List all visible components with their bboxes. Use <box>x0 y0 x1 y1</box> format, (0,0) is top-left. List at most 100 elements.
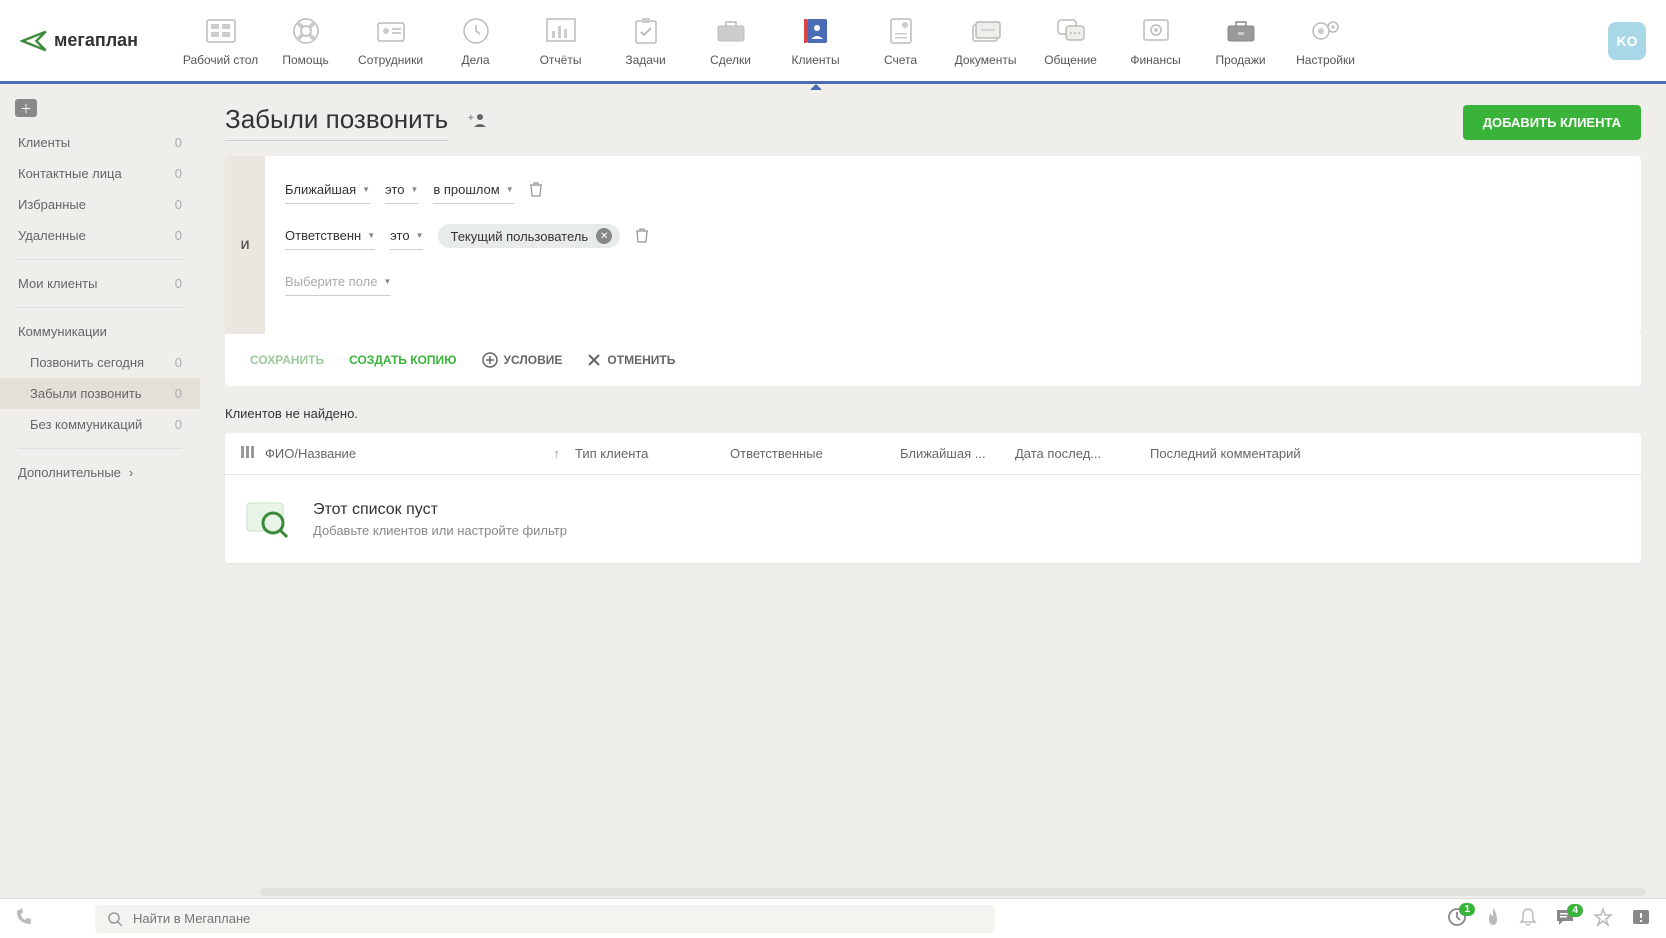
sidebar-item-clients[interactable]: Клиенты0 <box>0 127 200 158</box>
nav-label: Сотрудники <box>358 53 423 67</box>
filter-condition-button[interactable]: УСЛОВИЕ <box>482 352 563 368</box>
caret-icon: ▼ <box>384 277 392 286</box>
th-responsible[interactable]: Ответственные <box>730 446 900 461</box>
sidebar-item-deleted[interactable]: Удаленные0 <box>0 220 200 251</box>
th-last-date[interactable]: Дата послед... <box>1015 446 1150 461</box>
logo-text: мегаплан <box>54 30 138 51</box>
tag-text: Текущий пользователь <box>450 229 588 244</box>
messages-icon[interactable]: 4 <box>1555 908 1575 929</box>
global-search[interactable] <box>95 905 995 933</box>
filter-op-select[interactable]: это▼ <box>385 176 418 204</box>
sidebar-expand[interactable]: Дополнительные› <box>0 457 200 488</box>
nav-help[interactable]: Помощь <box>263 5 348 77</box>
sidebar-add-button[interactable]: ＋ <box>15 99 37 117</box>
sidebar-label: Избранные <box>18 197 86 212</box>
caret-icon: ▼ <box>416 231 424 240</box>
nav-label: Настройки <box>1296 53 1355 67</box>
sidebar-label: Забыли позвонить <box>30 386 142 401</box>
divider <box>18 307 182 308</box>
filter-value-select[interactable]: в прошлом▼ <box>433 176 513 204</box>
select-placeholder: Выберите поле <box>285 274 378 289</box>
close-icon <box>587 353 601 367</box>
nav-documents[interactable]: Документы <box>943 5 1028 77</box>
nav-label: Продажи <box>1215 53 1265 67</box>
nav-label: Документы <box>955 53 1017 67</box>
nav-invoices[interactable]: Счета <box>858 5 943 77</box>
bell-icon[interactable] <box>1519 907 1537 930</box>
nav-tasks[interactable]: Задачи <box>603 5 688 77</box>
sidebar-label: Удаленные <box>18 228 86 243</box>
help-icon <box>290 15 322 47</box>
th-name[interactable]: ФИО/Название↑ <box>265 446 575 461</box>
nav-label: Отчёты <box>540 53 582 67</box>
main-content: Забыли позвонить + ДОБАВИТЬ КЛИЕНТА И Бл… <box>200 84 1666 898</box>
page-title: Забыли позвонить <box>225 104 448 141</box>
th-last-comment[interactable]: Последний комментарий <box>1150 446 1626 461</box>
th-nearest[interactable]: Ближайшая ... <box>900 446 1015 461</box>
badge: 4 <box>1567 904 1583 917</box>
bottombar: 1 4 <box>0 898 1666 938</box>
scrollbar[interactable] <box>260 888 1646 896</box>
phone-icon[interactable] <box>15 908 75 929</box>
select-value: Ближайшая <box>285 182 356 197</box>
th-label: ФИО/Название <box>265 446 356 461</box>
filter-op-select[interactable]: это ▼ <box>390 222 423 250</box>
sidebar-label: Коммуникации <box>18 324 107 339</box>
trash-icon[interactable] <box>635 227 649 246</box>
filter-row-2: Ответственн▼ это ▼ Текущий пользователь ✕ <box>285 222 1621 250</box>
alert-icon[interactable] <box>1631 908 1651 929</box>
filter-field-select[interactable]: Ближайшая ▼ <box>285 176 370 204</box>
select-value: Ответственн <box>285 228 361 243</box>
nav-communication[interactable]: Общение <box>1028 5 1113 77</box>
filter-panel: И Ближайшая▼ это▼ в прошлом▼ Ответственн… <box>225 156 1641 334</box>
column-settings-icon[interactable] <box>240 445 265 462</box>
fire-icon[interactable] <box>1485 907 1501 930</box>
th-type[interactable]: Тип клиента <box>575 446 730 461</box>
filter-copy-button[interactable]: СОЗДАТЬ КОПИЮ <box>349 353 456 367</box>
sidebar-item-no-comm[interactable]: Без коммуникаций0 <box>0 409 200 440</box>
divider <box>18 448 182 449</box>
select-value: это <box>385 182 404 197</box>
nav-sales[interactable]: Продажи <box>1198 5 1283 77</box>
svg-text:+: + <box>468 113 474 124</box>
empty-state: Этот список пуст Добавьте клиентов или н… <box>225 475 1641 563</box>
documents-icon <box>970 15 1002 47</box>
search-input[interactable] <box>133 911 983 926</box>
add-people-icon[interactable]: + <box>468 112 488 133</box>
nav-clients[interactable]: Клиенты <box>773 5 858 77</box>
tag-remove-icon[interactable]: ✕ <box>596 228 612 244</box>
filter-field-select[interactable]: Ответственн▼ <box>285 222 375 250</box>
briefcase-icon <box>715 15 747 47</box>
nav-deals[interactable]: Сделки <box>688 5 773 77</box>
nav-finance[interactable]: Финансы <box>1113 5 1198 77</box>
nav-deals-todo[interactable]: Дела <box>433 5 518 77</box>
gear-icon <box>1310 15 1342 47</box>
nav-employees[interactable]: Сотрудники <box>348 5 433 77</box>
sidebar-item-forgot-call[interactable]: Забыли позвонить0 <box>0 378 200 409</box>
trash-icon[interactable] <box>529 181 543 200</box>
sidebar-count: 0 <box>175 355 182 370</box>
sidebar-item-myclients[interactable]: Мои клиенты0 <box>0 268 200 299</box>
avatar[interactable]: KO <box>1608 22 1646 60</box>
nav-reports[interactable]: Отчёты <box>518 5 603 77</box>
add-client-button[interactable]: ДОБАВИТЬ КЛИЕНТА <box>1463 105 1641 140</box>
star-icon[interactable] <box>1593 907 1613 930</box>
divider <box>18 259 182 260</box>
filter-add-field[interactable]: Выберите поле ▼ <box>285 268 391 296</box>
sidebar-count: 0 <box>175 417 182 432</box>
nav-settings[interactable]: Настройки <box>1283 5 1368 77</box>
pending-icon[interactable]: 1 <box>1447 907 1467 930</box>
select-value: это <box>390 228 409 243</box>
select-value: в прошлом <box>433 182 499 197</box>
sidebar-item-call-today[interactable]: Позвонить сегодня0 <box>0 347 200 378</box>
filter-save-button[interactable]: СОХРАНИТЬ <box>250 353 324 367</box>
filter-cancel-button[interactable]: ОТМЕНИТЬ <box>587 353 675 367</box>
clock-icon <box>460 15 492 47</box>
sidebar-item-favorites[interactable]: Избранные 0 <box>0 189 200 220</box>
caret-icon: ▼ <box>362 185 370 194</box>
nav-dashboard[interactable]: Рабочий стол <box>178 5 263 77</box>
sidebar-item-contacts[interactable]: Контактные лица0 <box>0 158 200 189</box>
sidebar-item-communications[interactable]: Коммуникации <box>0 316 200 347</box>
logo[interactable]: мегаплан <box>20 27 138 55</box>
sidebar-count: 0 <box>175 197 182 212</box>
